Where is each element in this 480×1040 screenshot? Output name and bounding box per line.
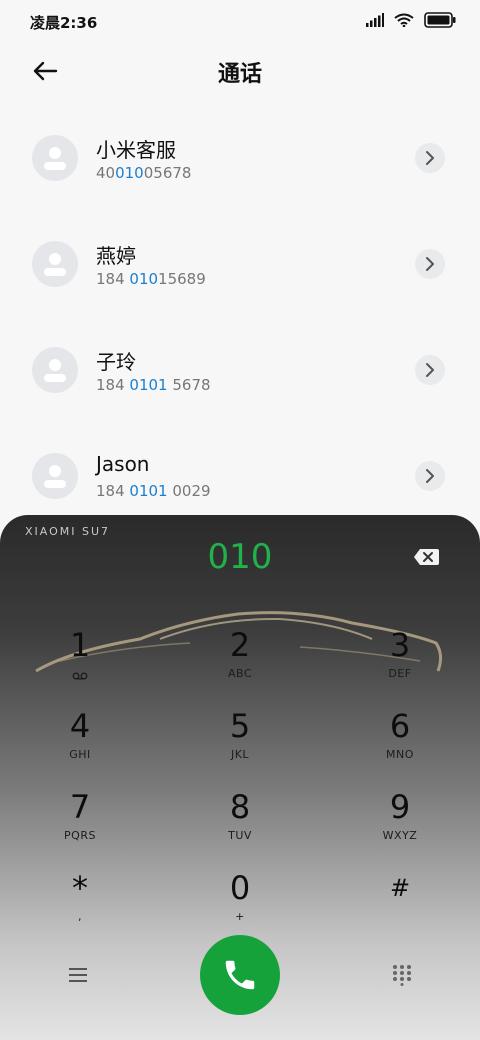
key-letters: TUV [228, 829, 252, 842]
chevron-right-icon [426, 151, 434, 165]
contact-detail-button[interactable] [415, 355, 445, 385]
key-5[interactable]: 5 JKL [190, 706, 290, 776]
backspace-button[interactable] [412, 547, 440, 567]
contact-number: 184 01015689 [96, 270, 206, 288]
keypad-toggle-button[interactable] [391, 964, 413, 986]
status-time: 凌晨2:36 [30, 14, 98, 32]
avatar [32, 135, 78, 181]
menu-icon [69, 968, 87, 982]
contact-detail-button[interactable] [415, 143, 445, 173]
page-title: 通话 [217, 62, 262, 87]
key-digit: 1 [69, 626, 91, 664]
key-star[interactable]: * , [30, 868, 130, 938]
key-4[interactable]: 4 GHI [30, 706, 130, 776]
key-digit: 2 [229, 626, 251, 664]
backspace-icon [414, 549, 439, 565]
key-letters: PQRS [64, 829, 96, 842]
contact-name: 子玲 [96, 350, 136, 374]
chevron-right-icon [426, 469, 434, 483]
key-digit: 9 [389, 788, 411, 826]
contact-name: Jason [96, 452, 150, 476]
key-1[interactable]: 1 [30, 625, 130, 695]
menu-button[interactable] [66, 965, 90, 985]
key-letters: MNO [386, 748, 414, 761]
key-7[interactable]: 7 PQRS [30, 787, 130, 857]
key-0[interactable]: 0 + [190, 868, 290, 938]
key-2[interactable]: 2 ABC [190, 625, 290, 695]
contact-number: 184 0101 5678 [96, 376, 211, 394]
key-digit: 3 [389, 626, 411, 664]
phone-icon [225, 960, 255, 990]
key-letters: GHI [69, 748, 91, 761]
person-icon [44, 147, 66, 170]
contact-detail-button[interactable] [415, 249, 445, 279]
status-bar: 凌晨2:36 [0, 0, 480, 40]
key-digit: * [72, 869, 88, 907]
dial-number-display: 010 [207, 537, 273, 577]
key-letters: ABC [227, 667, 253, 680]
avatar [32, 347, 78, 393]
avatar [32, 241, 78, 287]
key-9[interactable]: 9 WXYZ [350, 787, 450, 857]
key-letters: + [235, 910, 245, 923]
dialpad-icon [393, 965, 411, 986]
header: 通话 [0, 48, 480, 94]
contact-detail-button[interactable] [415, 461, 445, 491]
key-6[interactable]: 6 MNO [350, 706, 450, 776]
contact-row[interactable]: 小米客服 4001005678 [0, 108, 480, 214]
contact-name: 小米客服 [96, 138, 176, 162]
key-letters: , [78, 910, 82, 923]
contact-row[interactable]: 燕婷 184 01015689 [0, 214, 480, 320]
contact-list: 小米客服 4001005678 燕婷 184 01015689 子玲 184 0… [0, 108, 480, 532]
call-button[interactable] [200, 935, 280, 1015]
key-letters: JKL [230, 748, 250, 761]
signal-icon [366, 13, 384, 27]
key-digit: 8 [229, 788, 251, 826]
voicemail-icon [72, 672, 88, 680]
contact-number: 4001005678 [96, 164, 192, 182]
contact-number: 184 0101 0029 [96, 482, 211, 500]
avatar [32, 453, 78, 499]
contact-name: 燕婷 [96, 244, 136, 268]
key-hash[interactable]: # [350, 868, 450, 938]
wifi-icon [394, 13, 414, 27]
key-8[interactable]: 8 TUV [190, 787, 290, 857]
battery-icon [424, 12, 456, 28]
key-digit: 4 [69, 707, 91, 745]
key-digit: # [389, 874, 411, 902]
key-digit: 6 [389, 707, 411, 745]
chevron-right-icon [426, 257, 434, 271]
key-digit: 7 [69, 788, 91, 826]
key-3[interactable]: 3 DEF [350, 625, 450, 695]
chevron-right-icon [426, 363, 434, 377]
dialer-panel: XIAOMI SU7 010 1 2 ABC 3 DEF 4 GHI 5 JKL… [0, 515, 480, 1040]
person-icon [44, 359, 66, 382]
contact-row[interactable]: 子玲 184 0101 5678 [0, 320, 480, 426]
key-letters: WXYZ [382, 829, 418, 842]
person-icon [44, 253, 66, 276]
status-icons [366, 12, 456, 28]
key-digit: 5 [229, 707, 251, 745]
person-icon [44, 465, 66, 488]
key-letters: DEF [388, 667, 412, 680]
key-digit: 0 [229, 869, 251, 907]
